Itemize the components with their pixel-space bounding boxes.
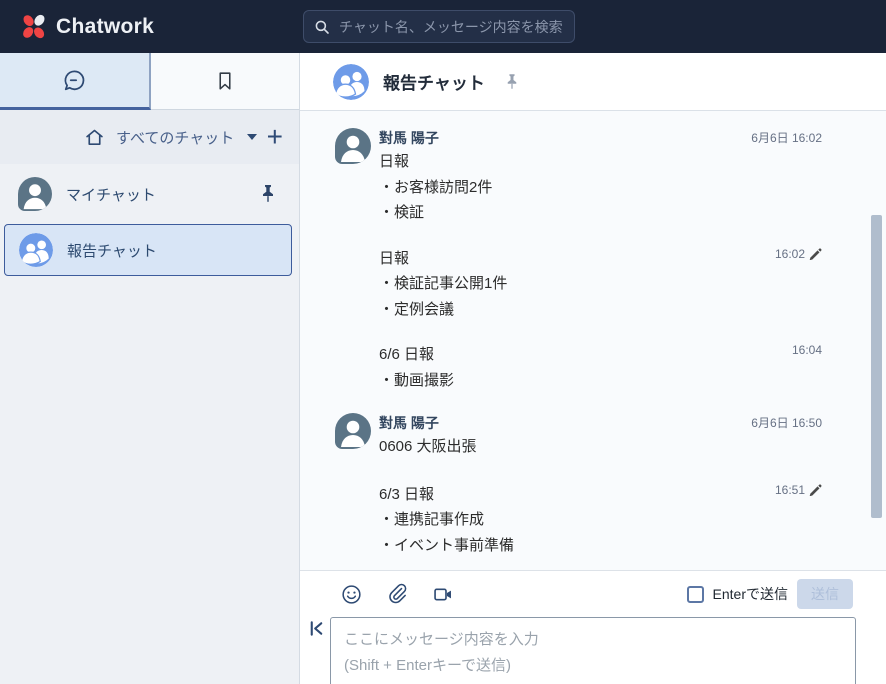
edit-pencil-icon[interactable] [809, 247, 822, 260]
person-avatar [335, 413, 371, 449]
message-line: ・イベント事前準備 [379, 536, 515, 554]
filter-label: すべてのチャット [116, 129, 235, 147]
message-sender: 對馬 陽子 [379, 415, 439, 431]
message-line: ・検証 [379, 204, 425, 221]
message-body: 6/6 日報 ・動画撮影 [379, 342, 454, 393]
message-line: 日報 [379, 153, 410, 170]
person-avatar [18, 177, 52, 211]
person-avatar [335, 128, 371, 164]
message: 6/6 日報 ・動画撮影 16:04 [379, 342, 886, 393]
message-body: 對馬 陽子 日報 ・お客様訪問2件 ・検証 [379, 128, 492, 226]
video-call-button[interactable] [432, 583, 455, 606]
message-timestamp: 6月6日 16:50 [751, 416, 822, 430]
message-line: ・検証記事公開1件 [379, 275, 508, 292]
send-button[interactable]: 送信 [797, 579, 853, 609]
sidebar-tabs [0, 53, 299, 110]
message-body: 6/3 日報 ・連携記事作成 ・イベント事前準備 [379, 482, 514, 559]
message-line: 6/6 日報 [379, 346, 435, 363]
message-line: 日報 [379, 249, 410, 267]
chat-list-item-my-chat[interactable]: マイチャット [0, 167, 299, 221]
chatwork-logo: Chatwork [19, 12, 154, 42]
chat-main: 報告チャット 對馬 陽子 日報 ・お客様訪問2件 ・検証 6月6日 16:02 … [300, 53, 886, 684]
chat-list-item-report-chat[interactable]: 報告チャット [4, 224, 292, 276]
enter-to-send-label: Enterで送信 [712, 586, 788, 602]
group-avatar [19, 233, 53, 267]
message-timeline: 對馬 陽子 日報 ・お客様訪問2件 ・検証 6月6日 16:02 日報 ・検証記… [300, 111, 886, 570]
message-line: ・連携記事作成 [379, 511, 485, 528]
chat-list: マイチャット 報告チャット [0, 164, 299, 276]
message-line: 6/3 日報 [379, 485, 435, 503]
chatwork-flower-icon [19, 12, 49, 42]
message-line: 0606 大阪出張 [379, 438, 477, 455]
search-input[interactable] [339, 18, 564, 35]
attachment-button[interactable] [386, 583, 409, 606]
message-body: 對馬 陽子 0606 大阪出張 [379, 413, 477, 460]
enter-to-send-checkbox[interactable] [686, 585, 704, 603]
message-timestamp: 16:02 [775, 247, 822, 261]
timeline-scrollbar [871, 111, 882, 570]
message-timestamp: 16:51 [775, 483, 822, 497]
global-search-box[interactable] [303, 10, 575, 43]
tab-bookmarks[interactable] [150, 53, 299, 110]
chat-bubble-icon [62, 68, 87, 93]
chat-filter-row[interactable]: すべてのチャット + [0, 110, 299, 164]
composer-send-controls: Enterで送信 送信 [686, 579, 853, 609]
message-timestamp: 6月6日 16:02 [751, 131, 822, 145]
message-input[interactable] [330, 617, 856, 684]
chat-title: 報告チャット [383, 74, 485, 93]
chat-header: 報告チャット [300, 53, 886, 111]
chat-name: マイチャット [66, 186, 156, 204]
collapse-panel-icon[interactable] [307, 619, 326, 641]
sidebar: すべてのチャット + マイチャット 報告チャット [0, 53, 300, 684]
chat-name: 報告チャット [67, 242, 157, 260]
message: 6/3 日報 ・連携記事作成 ・イベント事前準備 16:51 [379, 482, 886, 559]
group-avatar [333, 63, 369, 100]
chevron-down-icon [247, 134, 258, 140]
search-icon [314, 19, 330, 35]
logo-wordmark: Chatwork [56, 14, 155, 38]
app-header: Chatwork [0, 0, 886, 53]
tab-chats[interactable] [0, 53, 151, 110]
message: 對馬 陽子 0606 大阪出張 6月6日 16:50 [335, 413, 886, 460]
message: 對馬 陽子 日報 ・お客様訪問2件 ・検証 6月6日 16:02 [335, 128, 886, 226]
composer-toolbar [340, 579, 455, 609]
bookmark-icon [214, 70, 236, 92]
emoji-button[interactable] [340, 583, 363, 606]
message: 日報 ・検証記事公開1件 ・定例会議 16:02 [379, 246, 886, 323]
scrollbar-thumb[interactable] [871, 215, 882, 518]
message-line: ・動画撮影 [379, 371, 455, 389]
home-icon [84, 127, 105, 148]
message-line: ・定例会議 [379, 300, 455, 318]
message-line: ・お客様訪問2件 [379, 178, 493, 196]
message-sender: 對馬 陽子 [379, 130, 439, 146]
pin-icon[interactable] [506, 73, 518, 91]
pin-icon[interactable] [261, 184, 275, 204]
edit-pencil-icon[interactable] [809, 483, 822, 496]
add-chat-button[interactable]: + [267, 123, 283, 151]
message-composer: Enterで送信 送信 [300, 570, 886, 684]
message-timestamp: 16:04 [791, 343, 822, 357]
message-body: 日報 ・検証記事公開1件 ・定例会議 [379, 246, 507, 323]
